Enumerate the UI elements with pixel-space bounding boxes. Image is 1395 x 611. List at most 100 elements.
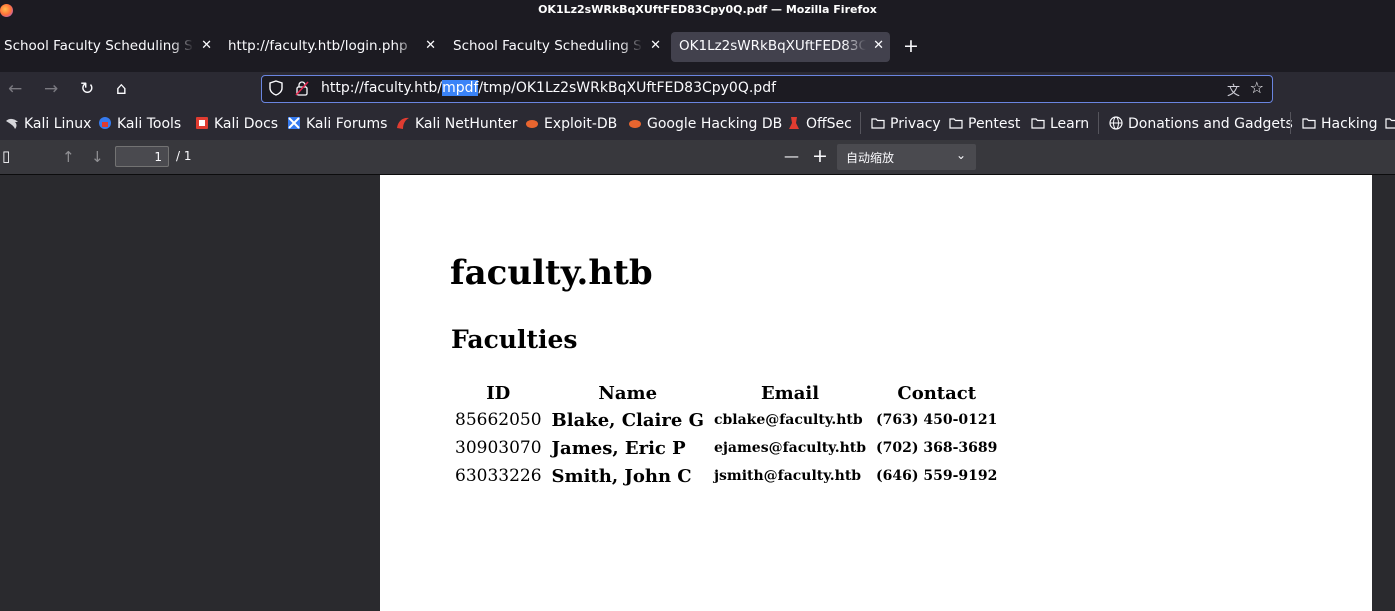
close-icon[interactable]: ✕ xyxy=(201,38,212,53)
tab-pdf-active[interactable]: OK1Lz2sWRkBqXUftFED83Cpy0Q.pdf ✕ xyxy=(671,32,890,62)
address-bar[interactable]: http://faculty.htb/mpdf/tmp/OK1Lz2sWRkBq… xyxy=(261,75,1273,103)
url-text[interactable]: http://faculty.htb/mpdf/tmp/OK1Lz2sWRkBq… xyxy=(321,80,776,96)
tab-label: OK1Lz2sWRkBqXUftFED83Cpy0Q.pdf xyxy=(679,38,866,54)
folder-icon xyxy=(949,118,963,129)
url-prefix: http://faculty.htb/ xyxy=(321,80,443,96)
navigation-bar: ← → ↻ ⌂ http://faculty.htb/mpdf/tmp/OK1L… xyxy=(0,72,1395,108)
shield-icon[interactable] xyxy=(269,80,283,96)
cell-name: Smith, John C xyxy=(551,465,692,487)
table-row: 30903070 James, Eric P ejames@faculty.ht… xyxy=(450,434,1002,462)
cell-name: Blake, Claire G xyxy=(551,409,704,431)
globe-icon xyxy=(1109,116,1123,130)
kali-tools-icon xyxy=(99,117,111,129)
bookmark-offsec[interactable]: OffSec xyxy=(787,116,852,132)
bookmark-label: Donations and Gadgets xyxy=(1128,116,1293,132)
document-heading: Faculties xyxy=(451,325,578,354)
zoom-in-button[interactable]: + xyxy=(812,145,828,167)
table-row: 85662050 Blake, Claire G cblake@faculty.… xyxy=(450,406,1002,434)
bookmark-star-icon[interactable]: ☆ xyxy=(1250,78,1264,97)
bookmark-folder-pentest[interactable]: Pentest xyxy=(949,116,1020,132)
kali-docs-icon xyxy=(196,117,208,129)
tab-login[interactable]: http://faculty.htb/login.php ✕ xyxy=(224,32,442,62)
page-number-input[interactable] xyxy=(115,146,169,167)
close-icon[interactable]: ✕ xyxy=(650,38,661,53)
zoom-out-button[interactable]: — xyxy=(784,147,799,165)
home-button[interactable]: ⌂ xyxy=(116,79,127,99)
tab-school-faculty-1[interactable]: School Faculty Scheduling System ✕ xyxy=(0,32,218,62)
cell-id: 85662050 xyxy=(455,410,542,430)
folder-icon xyxy=(1302,118,1316,129)
tab-strip: School Faculty Scheduling System ✕ http:… xyxy=(0,22,1395,72)
folder-icon xyxy=(871,118,885,129)
bookmark-separator xyxy=(1098,112,1099,134)
bookmark-label: Pentest xyxy=(968,116,1021,132)
bookmark-folder-hacking[interactable]: Hacking xyxy=(1302,116,1378,132)
url-suffix: /tmp/OK1Lz2sWRkBqXUftFED83Cpy0Q.pdf xyxy=(478,80,777,96)
column-header-id: ID xyxy=(486,383,511,404)
bookmark-kali-tools[interactable]: Kali Tools xyxy=(98,116,181,132)
tab-label: http://faculty.htb/login.php xyxy=(228,38,408,54)
bookmark-separator xyxy=(860,112,861,134)
bookmark-kali-docs[interactable]: Kali Docs xyxy=(195,116,278,132)
bookmark-exploit-db[interactable]: Exploit-DB xyxy=(525,116,617,132)
cell-email: ejames@faculty.htb xyxy=(713,440,867,456)
cell-email: jsmith@faculty.htb xyxy=(713,468,862,484)
cell-contact: (646) 559-9192 xyxy=(876,468,998,484)
page-count: / 1 xyxy=(176,149,192,163)
pdf-viewer[interactable]: faculty.htb Faculties ID Name Email Cont… xyxy=(0,175,1395,611)
kali-forums-icon xyxy=(288,117,300,129)
sidebar-toggle-icon[interactable]: ▯ xyxy=(2,147,10,165)
bookmark-folder-privacy[interactable]: Privacy xyxy=(871,116,941,132)
bookmark-kali-forums[interactable]: Kali Forums xyxy=(287,116,387,132)
bookmark-folder-overflow[interactable] xyxy=(1385,116,1395,132)
column-header-contact: Contact xyxy=(897,383,977,404)
bookmark-folder-learn[interactable]: Learn xyxy=(1031,116,1089,132)
bookmark-label: Kali Linux xyxy=(24,116,92,132)
pdf-toolbar: ▯ ↑ ↓ / 1 — + 自动缩放 ⌄ xyxy=(0,140,1395,175)
previous-page-button[interactable]: ↑ xyxy=(62,148,75,166)
faculty-table: ID Name Email Contact 85662050 Blake, Cl… xyxy=(450,381,1002,490)
bookmark-kali-linux[interactable]: Kali Linux xyxy=(5,116,91,132)
bookmark-label: OffSec xyxy=(806,116,852,132)
bookmark-google-hacking-db[interactable]: Google Hacking DB xyxy=(628,116,782,132)
cell-contact: (763) 450-0121 xyxy=(876,412,998,428)
bookmark-label: Kali NetHunter xyxy=(415,116,518,132)
translate-icon[interactable]: ⽂ xyxy=(1227,80,1240,99)
document-title: faculty.htb xyxy=(450,253,653,293)
tab-label: School Faculty Scheduling System xyxy=(4,38,194,54)
tab-school-faculty-2[interactable]: School Faculty Scheduling System ✕ xyxy=(449,32,667,62)
nethunter-icon xyxy=(397,117,409,129)
back-button[interactable]: ← xyxy=(8,79,22,99)
bookmark-kali-nethunter[interactable]: Kali NetHunter xyxy=(396,116,517,132)
offsec-icon xyxy=(789,117,799,129)
url-selection: mpdf xyxy=(442,80,479,96)
cell-contact: (702) 368-3689 xyxy=(876,440,998,456)
tab-label: School Faculty Scheduling System xyxy=(453,38,643,54)
bookmark-label: Kali Docs xyxy=(214,116,279,132)
bookmarks-toolbar: Kali Linux Kali Tools Kali Docs Kali For… xyxy=(0,108,1395,140)
reload-button[interactable]: ↻ xyxy=(80,79,94,99)
zoom-select[interactable]: 自动缩放 ⌄ xyxy=(837,144,976,170)
bookmark-label: Kali Forums xyxy=(306,116,388,132)
bookmark-label: Kali Tools xyxy=(117,116,182,132)
cell-name: James, Eric P xyxy=(551,437,686,459)
forward-button[interactable]: → xyxy=(44,79,58,99)
new-tab-button[interactable]: + xyxy=(903,35,919,57)
exploit-db-icon xyxy=(526,120,538,128)
next-page-button[interactable]: ↓ xyxy=(91,148,104,166)
bookmark-label: Exploit-DB xyxy=(544,116,618,132)
close-icon[interactable]: ✕ xyxy=(425,38,436,53)
pdf-page: faculty.htb Faculties ID Name Email Cont… xyxy=(380,175,1372,611)
column-header-email: Email xyxy=(760,383,820,404)
bookmark-donations-and-gadgets[interactable]: Donations and Gadgets xyxy=(1109,116,1293,132)
bookmark-label: Google Hacking DB xyxy=(647,116,783,132)
table-header-row: ID Name Email Contact xyxy=(450,381,1002,406)
chevron-down-icon: ⌄ xyxy=(955,148,966,162)
insecure-lock-icon[interactable] xyxy=(295,80,309,96)
cell-id: 30903070 xyxy=(455,438,542,458)
close-icon[interactable]: ✕ xyxy=(873,38,884,53)
folder-icon xyxy=(1031,118,1045,129)
kali-dragon-icon xyxy=(6,118,18,129)
table-row: 63033226 Smith, John C jsmith@faculty.ht… xyxy=(450,462,1002,490)
window-title: OK1Lz2sWRkBqXUftFED83Cpy0Q.pdf — Mozilla… xyxy=(538,3,877,16)
